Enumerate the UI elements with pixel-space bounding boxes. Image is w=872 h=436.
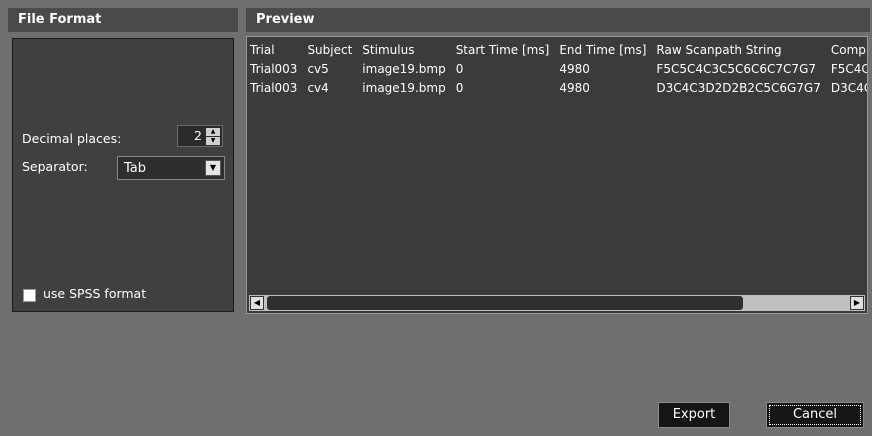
- scroll-left-icon[interactable]: ◀: [250, 296, 264, 310]
- table-cell: 0: [455, 61, 464, 76]
- preview-title: Preview: [256, 12, 315, 27]
- decimal-places-label: Decimal places:: [22, 131, 122, 146]
- column-header: Raw Scanpath String: [656, 42, 782, 57]
- spss-format-checkbox[interactable]: [23, 289, 36, 302]
- table-cell: 0: [455, 80, 464, 95]
- column-header: Subject: [307, 42, 353, 57]
- table-cell: Trial003: [250, 80, 298, 95]
- table-cell: F5C5C4C3C5C6C6C7C7G7: [656, 61, 817, 76]
- cancel-button[interactable]: Cancel: [766, 402, 864, 428]
- column-header: Compressed: [830, 42, 868, 57]
- decimal-places-value[interactable]: 2: [194, 128, 202, 143]
- file-format-title: File Format: [18, 12, 102, 27]
- table-row: Trial003 cv5 image19.bmp 0 4980 F5C5C4C3…: [250, 59, 868, 78]
- table-cell: image19.bmp: [362, 80, 446, 95]
- spss-format-label[interactable]: use SPSS format: [43, 286, 146, 301]
- dropdown-arrow-icon[interactable]: ▼: [205, 160, 221, 176]
- scrollbar-thumb[interactable]: [267, 296, 743, 310]
- preview-table: Trial Subject Stimulus Start Time [ms] E…: [250, 40, 868, 97]
- export-button[interactable]: Export: [658, 402, 730, 428]
- horizontal-scrollbar[interactable]: ◀ ▶: [249, 295, 865, 311]
- preview-header: Preview: [246, 8, 870, 32]
- table-cell: 4980: [559, 61, 590, 76]
- decimal-places-spinner[interactable]: 2 ▲ ▼: [177, 125, 223, 147]
- table-cell: D3C4C3D2D2B2C5C6G7G7: [656, 80, 821, 95]
- column-header: Start Time [ms]: [455, 42, 550, 57]
- file-format-panel: Decimal places: 2 ▲ ▼ Separator: Tab ▼ u…: [12, 38, 234, 312]
- table-row: Trial003 cv4 image19.bmp 0 4980 D3C4C3D2…: [250, 78, 867, 97]
- column-header: End Time [ms]: [559, 42, 647, 57]
- preview-header-row: Trial Subject Stimulus Start Time [ms] E…: [250, 40, 868, 59]
- table-cell: D3C4C3D2B2C5C6G7: [830, 80, 867, 95]
- separator-value[interactable]: Tab: [124, 161, 146, 176]
- separator-select[interactable]: Tab ▼: [117, 156, 225, 180]
- cancel-button-label: Cancel: [792, 407, 838, 422]
- file-format-header: File Format: [8, 8, 238, 32]
- table-cell: cv5: [307, 61, 329, 76]
- table-cell: cv4: [307, 80, 329, 95]
- separator-label: Separator:: [22, 159, 88, 174]
- column-header: Stimulus: [362, 42, 415, 57]
- spin-down-icon[interactable]: ▼: [206, 137, 220, 145]
- spin-up-icon[interactable]: ▲: [206, 128, 220, 136]
- table-cell: F5C4C36C7G7: [830, 61, 868, 76]
- column-header: Trial: [250, 42, 275, 57]
- table-cell: Trial003: [250, 61, 298, 76]
- table-cell: 4980: [559, 80, 590, 95]
- export-button-label: Export: [672, 407, 716, 422]
- preview-panel: Trial Subject Stimulus Start Time [ms] E…: [246, 36, 868, 314]
- table-cell: image19.bmp: [362, 61, 446, 76]
- scroll-right-icon[interactable]: ▶: [850, 296, 864, 310]
